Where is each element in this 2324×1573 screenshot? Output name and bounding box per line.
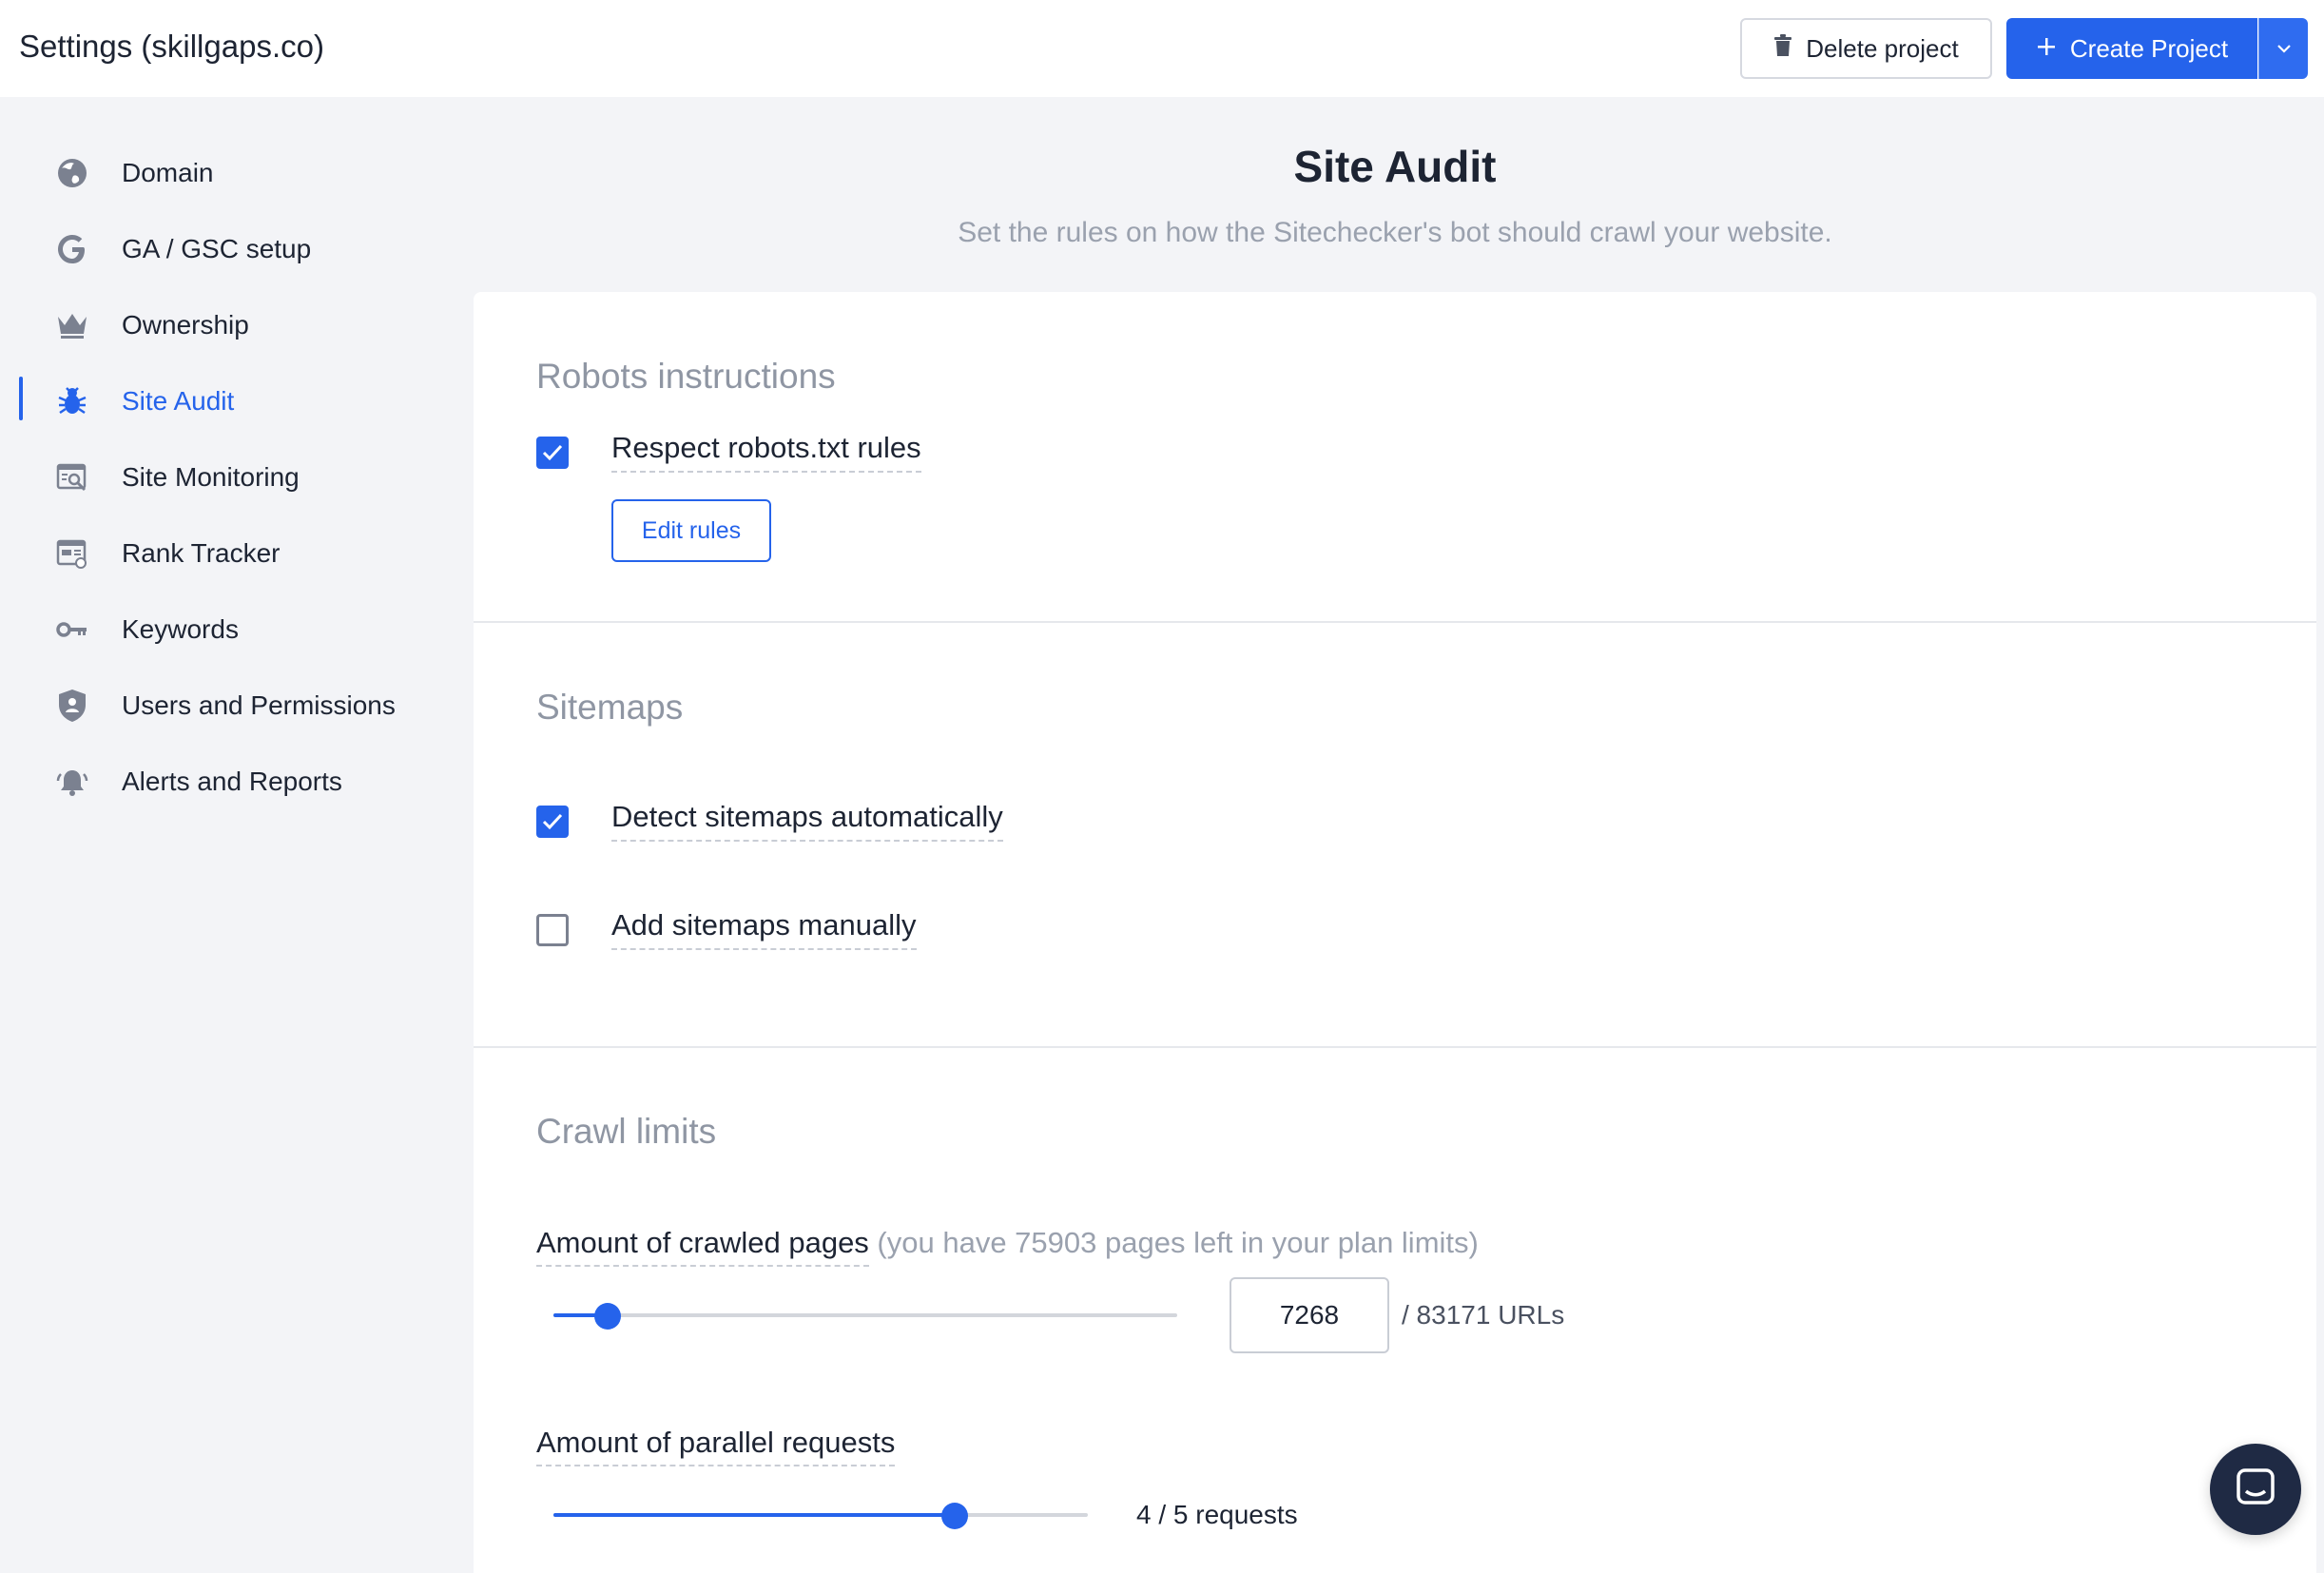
globe-icon (55, 156, 89, 190)
slider-thumb[interactable] (940, 1503, 968, 1529)
chat-icon (2236, 1467, 2276, 1512)
sidebar-item-label: GA / GSC setup (122, 234, 312, 263)
sidebar-item-rank-tracker[interactable]: Rank Tracker (19, 525, 456, 582)
check-icon (542, 813, 563, 830)
slider-thumb[interactable] (594, 1303, 622, 1330)
google-icon (55, 232, 89, 266)
section-title-crawl-limits: Crawl limits (536, 1112, 717, 1151)
shield-user-icon (55, 689, 89, 723)
crown-icon (55, 308, 89, 342)
delete-project-button[interactable]: Delete project (1740, 18, 1992, 79)
key-icon (55, 612, 89, 647)
sidebar-item-users-permissions[interactable]: Users and Permissions (19, 677, 456, 734)
sidebar-item-label: Site Audit (122, 386, 235, 416)
delete-project-label: Delete project (1806, 33, 1959, 63)
parallel-requests-label-text: Amount of parallel requests (536, 1426, 896, 1466)
respect-robots-checkbox[interactable] (536, 437, 569, 469)
chevron-down-icon (2276, 42, 2292, 56)
rank-tracker-icon (55, 536, 89, 571)
sidebar-item-label: Site Monitoring (122, 462, 300, 492)
section-title-sitemaps: Sitemaps (536, 688, 684, 727)
sidebar-item-site-monitoring[interactable]: Site Monitoring (19, 449, 456, 506)
add-sitemaps-manually-label[interactable]: Add sitemaps manually (611, 908, 917, 950)
check-icon (542, 444, 563, 461)
section-divider (474, 1046, 2316, 1048)
page-title: Site Audit (1293, 142, 1497, 191)
sidebar-item-label: Ownership (122, 310, 249, 340)
bug-icon (55, 384, 89, 418)
bell-icon (55, 765, 89, 799)
sidebar-item-label: Alerts and Reports (122, 767, 342, 796)
slider-track (553, 1313, 1177, 1317)
sidebar-item-label: Users and Permissions (122, 690, 396, 720)
detect-sitemaps-checkbox[interactable] (536, 806, 569, 838)
crawled-pages-max: / 83171 URLs (1402, 1300, 1565, 1330)
sidebar-item-alerts-reports[interactable]: Alerts and Reports (19, 753, 456, 810)
sidebar-item-keywords[interactable]: Keywords (19, 601, 456, 658)
create-project-label: Create Project (2069, 33, 2229, 63)
parallel-requests-slider[interactable] (553, 1503, 1088, 1529)
plus-icon (2036, 34, 2057, 64)
sidebar-item-domain[interactable]: Domain (19, 145, 456, 202)
parallel-requests-label: Amount of parallel requests (536, 1426, 896, 1466)
crawled-pages-label-text: Amount of crawled pages (536, 1226, 869, 1267)
sidebar-item-ownership[interactable]: Ownership (19, 297, 456, 354)
edit-rules-button[interactable]: Edit rules (611, 499, 771, 562)
crawled-pages-slider[interactable] (553, 1303, 1177, 1330)
sidebar-item-label: Rank Tracker (122, 538, 281, 568)
sidebar-item-ga-gsc[interactable]: GA / GSC setup (19, 221, 456, 278)
page-subtitle: Set the rules on how the Sitechecker's b… (958, 217, 1832, 248)
settings-sidebar: Domain GA / GSC setup Ownership Site Aud… (0, 97, 474, 1573)
section-divider (474, 621, 2316, 623)
sidebar-item-label: Keywords (122, 614, 239, 644)
create-project-dropdown-button[interactable] (2258, 18, 2308, 79)
parallel-requests-value: 4 / 5 requests (1136, 1500, 1298, 1529)
trash-icon (1773, 33, 1792, 64)
create-project-button[interactable]: Create Project (2006, 18, 2257, 79)
crawled-pages-input[interactable] (1230, 1277, 1389, 1353)
detect-sitemaps-label[interactable]: Detect sitemaps automatically (611, 800, 1003, 842)
page-header-title: Settings (skillgaps.co) (19, 29, 324, 64)
top-bar: Settings (skillgaps.co) Delete project C… (0, 0, 2324, 97)
sidebar-item-label: Domain (122, 158, 214, 187)
section-title-robots: Robots instructions (536, 357, 836, 396)
add-sitemaps-manually-checkbox[interactable] (536, 914, 569, 946)
settings-card: Robots instructions Respect robots.txt r… (474, 292, 2316, 1573)
respect-robots-label[interactable]: Respect robots.txt rules (611, 431, 921, 473)
crawled-pages-hint: (you have 75903 pages left in your plan … (868, 1226, 1479, 1259)
crawled-pages-label: Amount of crawled pages (you have 75903 … (536, 1226, 1479, 1267)
sidebar-item-site-audit[interactable]: Site Audit (19, 373, 456, 430)
monitor-search-icon (55, 460, 89, 495)
slider-fill (553, 1513, 955, 1517)
chat-widget-button[interactable] (2210, 1444, 2301, 1535)
